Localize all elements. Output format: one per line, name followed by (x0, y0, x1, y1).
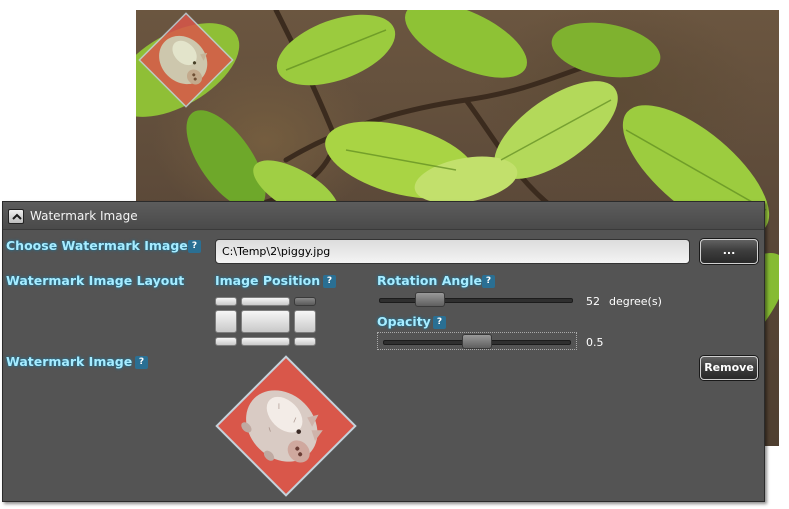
watermark-image-help-icon[interactable]: ? (135, 356, 148, 369)
image-position-help-icon[interactable]: ? (323, 275, 336, 288)
position-bottom-right[interactable] (294, 337, 316, 346)
image-position-grid (215, 297, 316, 346)
position-top-left[interactable] (215, 297, 237, 306)
position-top-center[interactable] (241, 297, 290, 306)
position-middle-right[interactable] (294, 310, 316, 333)
opacity-label: Opacity (377, 314, 431, 329)
opacity-slider-thumb[interactable] (462, 334, 492, 349)
remove-button[interactable]: Remove (700, 356, 758, 380)
photo-watermark-image (138, 12, 234, 108)
rotation-slider-thumb[interactable] (415, 292, 445, 307)
browse-button[interactable]: ... (700, 239, 758, 264)
collapse-button[interactable] (8, 209, 24, 224)
chevron-up-icon (12, 213, 22, 220)
rotation-angle-help-icon[interactable]: ? (482, 275, 495, 288)
opacity-help-icon[interactable]: ? (433, 316, 446, 329)
rotation-angle-slider[interactable] (379, 291, 573, 309)
rotation-unit: degree(s) (609, 295, 662, 308)
watermark-path-input[interactable] (215, 239, 690, 264)
rotation-value: 52 (586, 295, 600, 308)
rotation-slider-track (379, 298, 573, 303)
watermark-preview-image (215, 355, 357, 497)
panel-header: Watermark Image (3, 202, 764, 230)
image-position-label: Image Position (215, 273, 321, 288)
choose-watermark-help-icon[interactable]: ? (188, 240, 201, 253)
position-bottom-left[interactable] (215, 337, 237, 346)
panel-title: Watermark Image (30, 209, 138, 223)
opacity-value: 0.5 (586, 336, 604, 349)
layout-label: Watermark Image Layout (6, 273, 185, 288)
opacity-slider[interactable] (377, 332, 577, 350)
choose-watermark-label: Choose Watermark Image (6, 238, 188, 253)
position-center[interactable] (241, 310, 290, 333)
position-top-right[interactable] (294, 297, 316, 306)
watermark-panel: Watermark Image Choose Watermark Image ?… (2, 201, 765, 502)
watermark-image-label: Watermark Image (6, 354, 133, 369)
position-middle-left[interactable] (215, 310, 237, 333)
rotation-angle-label: Rotation Angle (377, 273, 483, 288)
position-bottom-center[interactable] (241, 337, 290, 346)
